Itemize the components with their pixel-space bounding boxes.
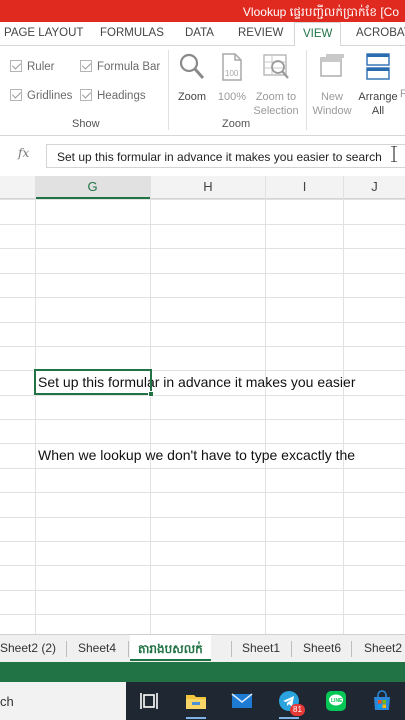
telegram-badge: 81 bbox=[290, 704, 305, 716]
tab-review[interactable]: REVIEW bbox=[238, 27, 283, 39]
window-title: Vlookup ផ្ទេរបញ្ជីលក់ប្រាក់ខែ [Co bbox=[242, 5, 399, 19]
column-header-partial[interactable] bbox=[0, 176, 35, 199]
page-100-icon: 100 bbox=[222, 53, 242, 81]
zoom-to-selection-button[interactable]: Zoom to Selection bbox=[250, 52, 302, 118]
arrange-all-button[interactable]: Arrange All bbox=[356, 52, 400, 118]
column-header-g[interactable]: G bbox=[35, 176, 150, 199]
svg-text:100: 100 bbox=[225, 69, 239, 78]
taskbar: ch 81 LINE bbox=[0, 682, 405, 720]
ribbon: Ruler Formula Bar Gridlines Headings Sho… bbox=[0, 46, 405, 136]
title-bar: Vlookup ផ្ទេរបញ្ជីលក់ប្រាក់ខែ [Co bbox=[0, 0, 405, 22]
sheet-tab-sheet2[interactable]: Sheet2 bbox=[364, 635, 402, 661]
text-cursor-icon bbox=[391, 146, 397, 162]
zoom-100-button[interactable]: 100 100% bbox=[214, 52, 250, 104]
tab-view[interactable]: VIEW bbox=[294, 22, 342, 47]
formula-bar-checkbox[interactable]: Formula Bar bbox=[80, 60, 160, 73]
column-header-h[interactable]: H bbox=[151, 176, 265, 199]
insert-function-icon[interactable]: fx bbox=[18, 146, 29, 160]
column-header-i[interactable]: I bbox=[266, 176, 343, 199]
checkbox-icon bbox=[10, 60, 22, 72]
task-view-icon[interactable] bbox=[138, 689, 162, 713]
tab-formulas[interactable]: FORMULAS bbox=[100, 27, 164, 39]
column-header-j[interactable]: J bbox=[344, 176, 405, 199]
ruler-checkbox[interactable]: Ruler bbox=[10, 60, 54, 73]
sheet-tab-sheet6[interactable]: Sheet6 bbox=[303, 635, 341, 661]
group-separator bbox=[168, 50, 169, 130]
store-icon[interactable] bbox=[370, 689, 394, 713]
sheet-tab-sheet4[interactable]: Sheet4 bbox=[78, 635, 116, 661]
active-cell[interactable] bbox=[34, 369, 154, 397]
sheet-tab-active[interactable]: តារាងបសលក់ bbox=[130, 635, 211, 661]
new-window-button[interactable]: New Window bbox=[310, 52, 354, 118]
fill-handle[interactable] bbox=[148, 391, 154, 397]
zoom-selection-icon bbox=[263, 54, 289, 79]
sheet-tabs-bar: Sheet2 (2) Sheet4 តារាងបសលក់ Sheet1 Shee… bbox=[0, 634, 405, 662]
checkbox-icon bbox=[10, 89, 22, 101]
gridlines-checkbox[interactable]: Gridlines bbox=[10, 89, 72, 102]
zoom-button[interactable]: Zoom bbox=[174, 52, 210, 104]
show-group-label: Show bbox=[72, 118, 100, 130]
ribbon-tabs: PAGE LAYOUT FORMULAS DATA REVIEW VIEW AC… bbox=[0, 22, 405, 47]
cell-g-text-2: When we lookup we don't have to type exc… bbox=[38, 447, 356, 463]
tab-page-layout[interactable]: PAGE LAYOUT bbox=[4, 27, 83, 39]
file-explorer-icon[interactable] bbox=[184, 689, 208, 713]
taskbar-search[interactable]: ch bbox=[0, 682, 126, 720]
zoom-group-label: Zoom bbox=[222, 118, 251, 130]
tab-data[interactable]: DATA bbox=[185, 27, 214, 39]
headings-checkbox[interactable]: Headings bbox=[80, 89, 146, 102]
sheet-tab-sheet1[interactable]: Sheet1 bbox=[242, 635, 280, 661]
checkbox-icon bbox=[80, 89, 92, 101]
magnifier-icon bbox=[179, 53, 205, 79]
new-window-icon bbox=[320, 54, 344, 77]
mail-icon[interactable] bbox=[230, 689, 254, 713]
arrange-all-icon bbox=[366, 53, 390, 80]
group-separator bbox=[306, 50, 307, 130]
checkbox-icon bbox=[80, 60, 92, 72]
line-app-icon[interactable]: LINE bbox=[324, 689, 348, 713]
freeze-panes-partial[interactable]: F bbox=[400, 88, 405, 100]
svg-text:LINE: LINE bbox=[331, 698, 343, 704]
status-bar bbox=[0, 662, 405, 682]
tab-acrobat[interactable]: ACROBAT bbox=[356, 27, 405, 39]
sheet-tab-sheet2-2[interactable]: Sheet2 (2) bbox=[0, 635, 56, 661]
formula-input[interactable]: Set up this formular in advance it makes… bbox=[46, 144, 405, 168]
formula-bar: fx Set up this formular in advance it ma… bbox=[0, 142, 405, 168]
